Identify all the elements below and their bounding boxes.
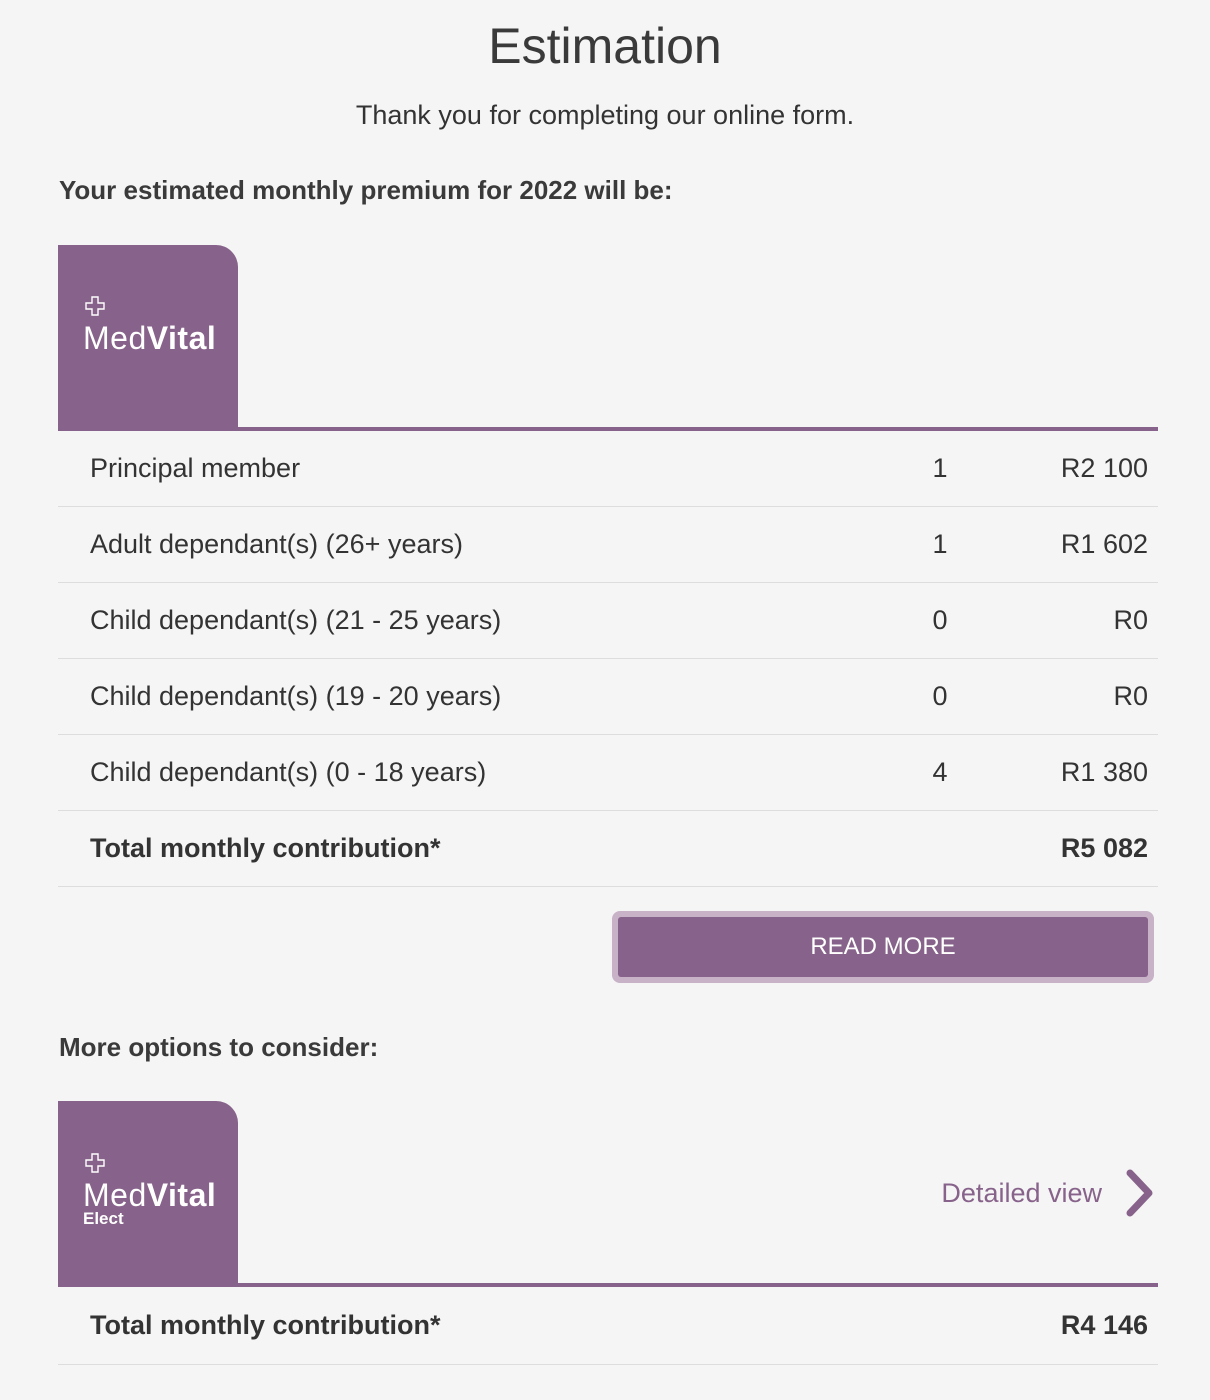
row-amount: R1 602 — [1060, 529, 1148, 559]
page-subtitle: Thank you for completing our online form… — [355, 100, 855, 130]
row-label: Child dependant(s) (19 - 20 years) — [90, 681, 502, 711]
row-amount: R0 — [1113, 605, 1148, 635]
row-label: Child dependant(s) (21 - 25 years) — [90, 605, 502, 635]
estimation-page: Estimation Thank you for completing our … — [0, 0, 1210, 1400]
chevron-right-icon — [1126, 1169, 1153, 1217]
row-amount: R2 100 — [1060, 453, 1148, 483]
total-amount: R4 146 — [1060, 1310, 1148, 1340]
option-plan-card: MedVital Elect Detailed view Total month… — [58, 1101, 1158, 1365]
table-row: Child dependant(s) (0 - 18 years) 4 R1 3… — [58, 735, 1158, 811]
table-row: Adult dependant(s) (26+ years) 1 R1 602 — [58, 507, 1158, 583]
logo-wordmark: MedVital — [83, 1177, 216, 1213]
read-more-button[interactable]: READ MORE — [612, 911, 1154, 983]
detailed-view-link[interactable]: Detailed view — [941, 1163, 1154, 1223]
logo-name-light: Med — [83, 320, 147, 356]
total-label: Total monthly contribution* — [90, 833, 441, 863]
row-label: Child dependant(s) (0 - 18 years) — [90, 757, 487, 787]
medvital-elect-logo: MedVital Elect — [58, 1101, 238, 1283]
row-quantity: 0 — [932, 605, 948, 635]
detailed-view-label: Detailed view — [941, 1177, 1102, 1208]
estimate-plan-card: MedVital Principal member 1 R2 100 Adult… — [58, 245, 1158, 887]
medvital-logo: MedVital — [58, 245, 238, 427]
logo-name-bold: Vital — [146, 1177, 217, 1213]
row-quantity: 4 — [932, 757, 948, 787]
table-row: Child dependant(s) (19 - 20 years) 0 R0 — [58, 659, 1158, 735]
total-label: Total monthly contribution* — [90, 1310, 441, 1340]
cross-outline-icon — [85, 1153, 105, 1173]
total-amount: R5 082 — [1060, 833, 1148, 863]
row-label: Principal member — [90, 453, 301, 483]
estimate-heading: Your estimated monthly premium for 2022 … — [59, 175, 673, 205]
row-quantity: 0 — [932, 681, 948, 711]
options-heading: More options to consider: — [59, 1032, 379, 1062]
row-quantity: 1 — [932, 529, 948, 559]
row-amount: R1 380 — [1060, 757, 1148, 787]
logo-subtitle: Elect — [83, 1209, 124, 1228]
logo-wordmark: MedVital — [83, 320, 216, 356]
logo-name-light: Med — [83, 1177, 147, 1213]
cross-outline-icon — [85, 296, 105, 316]
table-row: Child dependant(s) (21 - 25 years) 0 R0 — [58, 583, 1158, 659]
row-quantity: 1 — [932, 453, 948, 483]
row-amount: R0 — [1113, 681, 1148, 711]
total-row: Total monthly contribution* R5 082 — [58, 811, 1158, 887]
table-row: Principal member 1 R2 100 — [58, 431, 1158, 507]
read-more-label: READ MORE — [618, 917, 1148, 977]
logo-name-bold: Vital — [146, 320, 217, 356]
total-row: Total monthly contribution* R4 146 — [58, 1287, 1158, 1365]
row-label: Adult dependant(s) (26+ years) — [90, 529, 463, 559]
page-title: Estimation — [488, 18, 722, 74]
